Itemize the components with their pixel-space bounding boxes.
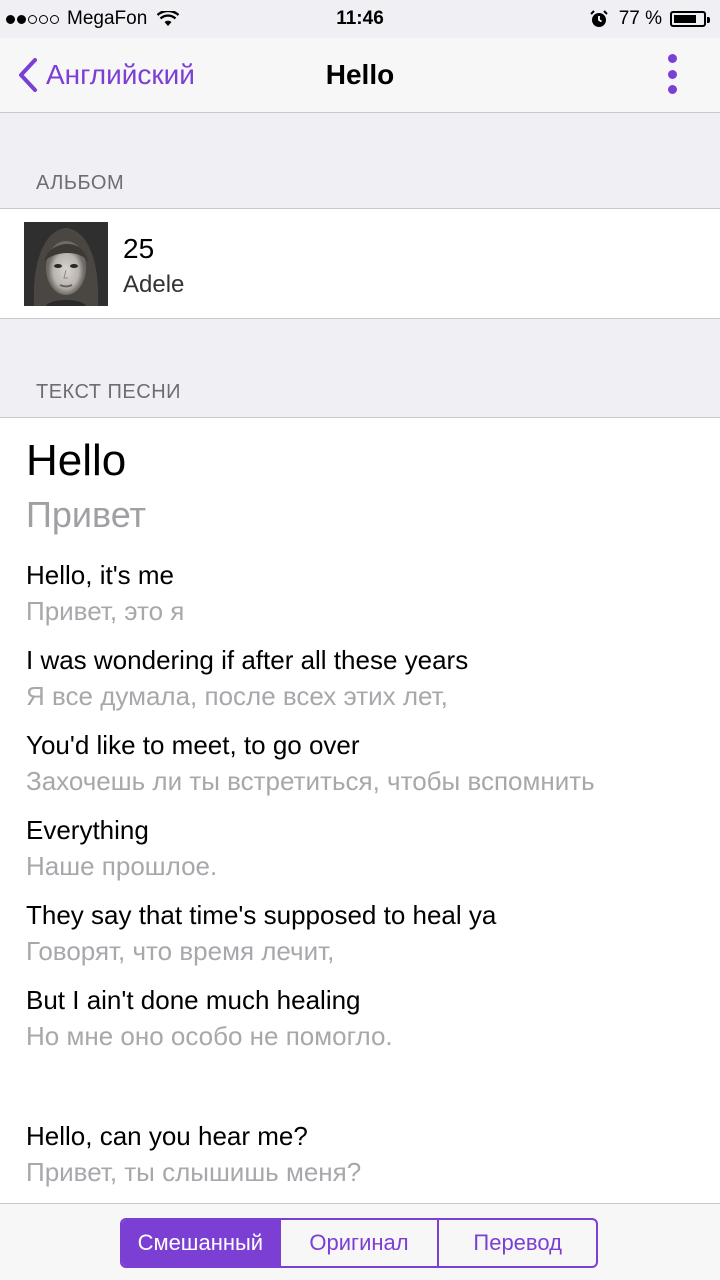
lyric-line-translation: Привет, это я (26, 596, 185, 626)
status-right: 77 % (589, 8, 710, 30)
segment-mixed[interactable]: Смешанный (122, 1220, 281, 1266)
lyrics-section-header: ТЕКСТ ПЕСНИ (36, 381, 182, 403)
album-cover-image (24, 222, 108, 306)
mode-segmented-control: Смешанный Оригинал Перевод (120, 1218, 598, 1268)
lyric-line-translation: Привет, ты слышишь меня? (26, 1157, 362, 1187)
alarm-icon (589, 10, 608, 27)
lyric-line-original: You'd like to meet, to go over (26, 730, 360, 760)
lyric-line-translation: Но мне оно особо не помогло. (26, 1021, 393, 1051)
segment-translation[interactable]: Перевод (439, 1220, 596, 1266)
lyric-line-translation: Говорят, что время лечит, (26, 936, 335, 966)
more-vertical-icon[interactable] (662, 54, 682, 94)
album-row[interactable]: 25 Adele (0, 208, 720, 319)
lyric-line-translation: Я все думала, после всех этих лет, (26, 681, 448, 711)
album-artist: Adele (123, 271, 185, 298)
segment-original[interactable]: Оригинал (281, 1220, 440, 1266)
battery-percentage: 77 % (618, 8, 662, 29)
lyric-line-translation: Наше прошлое. (26, 851, 218, 881)
lyric-line-translation: Захочешь ли ты встретиться, чтобы вспомн… (26, 766, 595, 796)
carrier-name: MegaFon (67, 8, 148, 29)
song-title: Hello (26, 436, 127, 485)
lyric-line-original: Hello, can you hear me? (26, 1121, 308, 1151)
battery-icon (670, 11, 710, 27)
lyric-line-original: Everything (26, 815, 149, 845)
lyric-line-original: But I ain't done much healing (26, 985, 361, 1015)
lyric-line-original: They say that time's supposed to heal ya (26, 900, 497, 930)
back-button-label: Английский (46, 59, 195, 90)
navigation-bar: Английский Hello (0, 38, 720, 113)
bottom-toolbar: Смешанный Оригинал Перевод (0, 1203, 720, 1280)
album-section-header: АЛЬБОМ (36, 172, 125, 194)
lyrics-panel[interactable]: Hello Привет Hello, it's me Привет, это … (0, 417, 720, 1203)
chevron-left-icon (19, 58, 37, 92)
lyric-line-original: I was wondering if after all these years (26, 645, 469, 675)
signal-dots-icon (6, 14, 61, 24)
wifi-icon (157, 11, 180, 26)
status-bar: MegaFon 11:46 77 % (0, 0, 720, 38)
back-button[interactable]: Английский (18, 38, 195, 112)
song-title-translation: Привет (26, 494, 147, 535)
lyric-line-original: Hello, it's me (26, 560, 175, 590)
album-title: 25 (123, 233, 155, 264)
status-left: MegaFon (6, 8, 180, 30)
